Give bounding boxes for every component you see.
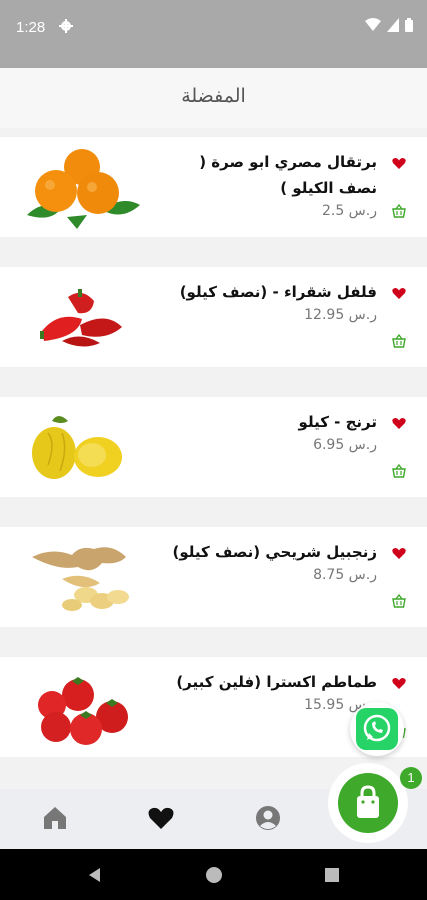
product-image xyxy=(38,677,128,745)
product-name: فلفل شقراء - (نصف كيلو) xyxy=(179,283,377,301)
product-name: ترنج - كيلو xyxy=(298,413,377,431)
cart-count-badge: 1 xyxy=(400,767,422,789)
favorite-item[interactable]: ترنج - كيلو ر.س 6.95 xyxy=(0,397,427,497)
product-image xyxy=(40,289,122,347)
whatsapp-icon xyxy=(356,708,398,750)
home-circle-icon[interactable] xyxy=(205,866,223,884)
product-image xyxy=(32,547,129,611)
product-image xyxy=(27,149,140,229)
product-info: طماطم اكسترا (فلين كبير) ر.س 15.95 xyxy=(157,669,377,713)
add-to-cart-icon[interactable] xyxy=(391,333,407,349)
product-info: فلفل شقراء - (نصف كيلو) ر.س 12.95 xyxy=(157,279,377,323)
heart-icon[interactable] xyxy=(391,155,407,171)
favorite-item[interactable]: فلفل شقراء - (نصف كيلو) ر.س 12.95 xyxy=(0,267,427,367)
product-name: طماطم اكسترا (فلين كبير) xyxy=(176,673,377,691)
product-info: زنجبيل شريحي (نصف كيلو) ر.س 8.75 xyxy=(157,539,377,583)
recents-icon[interactable] xyxy=(323,866,341,884)
product-price: ر.س 8.75 xyxy=(313,567,377,583)
shopping-bag-icon xyxy=(357,785,379,818)
page-title: المفضلة xyxy=(181,85,246,107)
product-price: ر.س 12.95 xyxy=(304,307,377,323)
wifi-icon xyxy=(365,18,381,31)
product-price: ر.س 6.95 xyxy=(313,437,377,453)
whatsapp-button[interactable] xyxy=(350,702,404,756)
account-icon[interactable] xyxy=(253,803,283,833)
heart-icon[interactable] xyxy=(146,803,176,833)
favorite-item[interactable]: برتقال مصري ابو صرة ( نصف الكيلو ) ر.س 2… xyxy=(0,137,427,237)
back-icon[interactable] xyxy=(86,866,104,884)
heart-icon[interactable] xyxy=(391,415,407,431)
app-header: المفضلة xyxy=(0,68,427,128)
product-info: برتقال مصري ابو صرة ( نصف الكيلو ) ر.س 2… xyxy=(157,149,377,219)
favorite-item[interactable]: زنجبيل شريحي (نصف كيلو) ر.س 8.75 xyxy=(0,527,427,627)
product-name: زنجبيل شريحي (نصف كيلو) xyxy=(172,543,377,561)
battery-icon xyxy=(405,18,413,32)
product-name: برتقال مصري ابو صرة ( نصف الكيلو ) xyxy=(199,153,377,197)
product-image xyxy=(32,416,122,479)
gear-icon xyxy=(59,19,73,33)
status-bar: 1:28 xyxy=(0,0,427,68)
add-to-cart-icon[interactable] xyxy=(391,593,407,609)
home-icon[interactable] xyxy=(40,803,70,833)
system-nav-bar xyxy=(0,849,427,900)
product-price: ر.س 2.5 xyxy=(321,203,377,219)
signal-icon xyxy=(387,18,399,32)
cart-fab[interactable] xyxy=(338,773,398,833)
status-time: 1:28 xyxy=(16,19,46,36)
product-info: ترنج - كيلو ر.س 6.95 xyxy=(157,409,377,453)
heart-icon[interactable] xyxy=(391,545,407,561)
add-to-cart-icon[interactable] xyxy=(391,463,407,479)
heart-icon[interactable] xyxy=(391,675,407,691)
product-price: ر.س 15.95 xyxy=(304,697,377,713)
add-to-cart-icon[interactable] xyxy=(391,203,407,219)
cart-button[interactable] xyxy=(328,763,408,843)
status-icons xyxy=(365,18,413,32)
heart-icon[interactable] xyxy=(391,285,407,301)
